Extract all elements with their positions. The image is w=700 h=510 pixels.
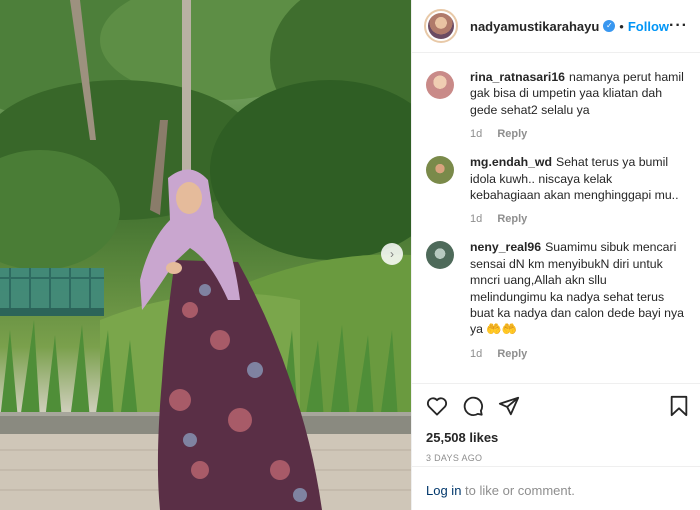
- comment-text: Suamimu sibuk mencari sensai dN km menyi…: [470, 240, 684, 337]
- author-avatar[interactable]: [424, 9, 458, 43]
- comment-text-block: mg.endah_wd Sehat terus ya bumil idola ku…: [470, 154, 685, 203]
- comment-item: neny_real96 Suamimu sibuk mencari sensai …: [426, 239, 685, 360]
- comment-text-block: neny_real96 Suamimu sibuk mencari sensai …: [470, 239, 685, 337]
- post-actions: 25,508 likes 3 DAYS AGO: [412, 383, 700, 463]
- comment-icon[interactable]: [462, 395, 484, 417]
- comment-username[interactable]: mg.endah_wd: [470, 155, 552, 169]
- bookmark-icon[interactable]: [669, 395, 689, 417]
- comment-username[interactable]: neny_real96: [470, 240, 541, 254]
- comment-item: rina_ratnasari16 namanya perut hamil gak …: [426, 69, 685, 140]
- likes-count[interactable]: 25,508 likes: [426, 430, 689, 445]
- photo-illustration: [0, 0, 411, 510]
- more-options-icon[interactable]: ···: [669, 17, 688, 35]
- post-header: nadyamustikarahayu ✓ • Follow ···: [412, 0, 700, 53]
- comment-avatar[interactable]: [426, 71, 454, 99]
- comment-item: mg.endah_wd Sehat terus ya bumil idola ku…: [426, 154, 685, 225]
- comment-age: 1d: [470, 128, 483, 141]
- post-timestamp[interactable]: 3 DAYS AGO: [426, 453, 689, 463]
- verified-badge-icon: ✓: [603, 20, 616, 32]
- next-photo-button[interactable]: ›: [381, 243, 403, 265]
- header-separator: •: [619, 18, 624, 34]
- comment-meta: 1d Reply: [470, 128, 685, 140]
- login-link[interactable]: Log in: [426, 483, 461, 498]
- action-icons-row: [426, 394, 689, 418]
- comment-age: 1d: [470, 213, 483, 226]
- comment-avatar[interactable]: [426, 241, 454, 270]
- post-side-panel: nadyamustikarahayu ✓ • Follow ··· rina_r…: [411, 0, 700, 510]
- comment-meta: 1d Reply: [470, 213, 685, 225]
- login-prompt: Log in to like or comment.: [412, 466, 700, 510]
- reply-button[interactable]: Reply: [497, 128, 527, 140]
- share-icon[interactable]: [498, 395, 520, 417]
- reply-button[interactable]: Reply: [497, 348, 527, 360]
- comment-username[interactable]: rina_ratnasari16: [470, 70, 565, 84]
- comment-age: 1d: [470, 347, 483, 360]
- author-username[interactable]: nadyamustikarahayu: [470, 19, 599, 34]
- comments-list[interactable]: rina_ratnasari16 namanya perut hamil gak …: [412, 53, 700, 383]
- reply-button[interactable]: Reply: [497, 213, 527, 225]
- login-prompt-text: to like or comment.: [461, 483, 575, 498]
- heart-icon[interactable]: [426, 396, 448, 416]
- comment-avatar[interactable]: [426, 156, 454, 185]
- follow-button[interactable]: Follow: [628, 19, 669, 34]
- comment-meta: 1d Reply: [470, 348, 685, 360]
- post-photo[interactable]: ›: [0, 0, 411, 510]
- comment-text-block: rina_ratnasari16 namanya perut hamil gak …: [470, 69, 685, 118]
